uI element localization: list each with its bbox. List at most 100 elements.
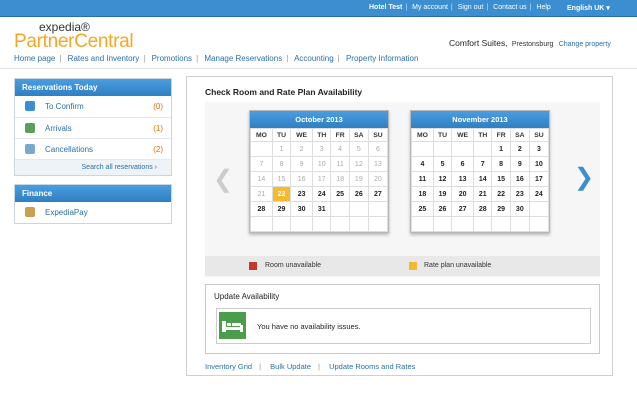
weekday-label: SU <box>528 128 550 142</box>
update-availability-box: Update Availability You have no availabi… <box>205 284 600 354</box>
calendar-day[interactable]: 30 <box>290 201 314 217</box>
next-month-arrow-icon[interactable]: ❯ <box>574 166 594 190</box>
calendar-day[interactable]: 4 <box>411 156 434 172</box>
calendar-day[interactable]: 16 <box>509 171 530 187</box>
nav-rates-inventory[interactable]: Rates and Inventory <box>68 54 140 63</box>
calendar-day[interactable]: 17 <box>528 171 550 187</box>
calendar-day[interactable]: 10 <box>528 156 550 172</box>
calendar-day[interactable]: 27 <box>451 201 475 217</box>
language-selector[interactable]: English UK ▾ <box>567 4 610 12</box>
calendar-day[interactable]: 29 <box>491 201 511 217</box>
calendar-week: 7 8 9 10 11 12 13 <box>250 156 389 172</box>
calendar-day[interactable]: 26 <box>432 201 453 217</box>
nav-manage-reservations[interactable]: Manage Reservations <box>204 54 282 63</box>
calendar-day[interactable]: 26 <box>348 186 369 202</box>
calendar-day <box>528 201 550 217</box>
my-account-link[interactable]: My account <box>412 4 448 11</box>
calendar-day[interactable]: 23 <box>290 186 314 202</box>
calendar-day[interactable]: 24 <box>312 186 332 202</box>
search-all-reservations-link[interactable]: Search all reservations › <box>15 159 171 175</box>
calendar-day: 10 <box>312 156 332 172</box>
calendar-day[interactable]: 8 <box>491 156 511 172</box>
weekday-label: TU <box>432 128 453 142</box>
calendar-area: ❮ ❯ October 2013 MO TU WE TH FR SA SU 12345678… <box>205 102 600 277</box>
calendar-day[interactable]: 14 <box>473 171 493 187</box>
change-property-link[interactable]: Change property <box>559 41 611 48</box>
calendar-day[interactable]: 27 <box>367 186 389 202</box>
calendar-day[interactable]: 2 <box>509 141 530 157</box>
calendar-day[interactable]: 30 <box>509 201 530 217</box>
logo[interactable]: expedia® PartnerCentral <box>14 21 134 51</box>
legend-label: Rate plan unavailable <box>424 262 492 269</box>
weekday-header: MO TU WE TH FR SA SU <box>411 128 550 142</box>
prev-month-arrow-icon[interactable]: ❮ <box>213 168 233 192</box>
calendar-day[interactable]: 19 <box>432 186 453 202</box>
calendar-day[interactable]: 9 <box>509 156 530 172</box>
rate-plan-unavailable-swatch <box>409 262 417 270</box>
availability-links: Inventory Grid | Bulk Update | Update Room… <box>205 362 416 371</box>
calendar-day-today[interactable]: 22 <box>271 186 292 202</box>
calendar-day <box>367 216 389 232</box>
nav-property-information[interactable]: Property Information <box>346 54 418 63</box>
update-rooms-rates-link[interactable]: Update Rooms and Rates <box>329 362 415 371</box>
weekday-label: TU <box>271 128 292 142</box>
calendar-day[interactable]: 5 <box>432 156 453 172</box>
calendar-day: 12 <box>348 156 369 172</box>
calendar-day <box>432 216 453 232</box>
calendar-day: 4 <box>330 141 350 157</box>
nav-home-page[interactable]: Home page <box>14 54 55 63</box>
inventory-grid-link[interactable]: Inventory Grid <box>205 362 252 371</box>
calendar-day[interactable]: 7 <box>473 156 493 172</box>
hotel-test-link[interactable]: Hotel Test <box>369 4 402 11</box>
calendar-day[interactable]: 18 <box>411 186 434 202</box>
calendar-day[interactable]: 20 <box>451 186 475 202</box>
weekday-label: SU <box>367 128 389 142</box>
account-links: Hotel Test | My account | Sign out | Contac… <box>369 4 551 11</box>
help-link[interactable]: Help <box>536 4 550 11</box>
calendar-week: 4 5 6 7 8 9 10 <box>411 156 550 172</box>
weekday-label: SA <box>509 128 530 142</box>
calendar-day <box>330 216 350 232</box>
calendar-day[interactable]: 25 <box>411 201 434 217</box>
calendar-day[interactable]: 23 <box>509 186 530 202</box>
calendar-day: 6 <box>367 141 389 157</box>
legend-label: Room unavailable <box>265 262 322 269</box>
reservation-item-cancellations[interactable]: Cancellations (2) <box>15 138 171 159</box>
calendar-day[interactable]: 15 <box>491 171 511 187</box>
calendar-day <box>411 141 434 157</box>
nav-accounting[interactable]: Accounting <box>294 54 334 63</box>
calendar-day[interactable]: 28 <box>250 201 273 217</box>
calendar-day[interactable]: 31 <box>312 201 332 217</box>
bulk-update-link[interactable]: Bulk Update <box>270 362 311 371</box>
finance-label: ExpediaPay <box>45 208 88 217</box>
language-label: English UK <box>567 5 605 12</box>
calendar-day[interactable]: 6 <box>451 156 475 172</box>
calendar-november: November 2013 MO TU WE TH FR SA SU 1 2 3 4 5 6 7 8 9 10… <box>410 110 550 233</box>
calendar-days: 1 2 3 4 5 6 7 8 9 10 11 12 13 14 15 16 17 18 19 20 21 22 23 24 2… <box>411 141 550 232</box>
calendar-day[interactable]: 21 <box>473 186 493 202</box>
reservation-item-arrivals[interactable]: Arrivals (1) <box>15 117 171 138</box>
calendar-day[interactable]: 1 <box>491 141 511 157</box>
calendar-day[interactable]: 13 <box>451 171 475 187</box>
calendar-day[interactable]: 25 <box>330 186 350 202</box>
sign-out-link[interactable]: Sign out <box>458 4 484 11</box>
calendar-day <box>528 216 550 232</box>
contact-us-link[interactable]: Contact us <box>493 4 526 11</box>
calendar-day <box>509 216 530 232</box>
finance-item-expediapay[interactable]: ExpediaPay <box>15 202 171 223</box>
calendar-day: 9 <box>290 156 314 172</box>
update-availability-title: Update Availability <box>214 292 280 301</box>
calendar-day[interactable]: 24 <box>528 186 550 202</box>
reservation-item-to-confirm[interactable]: To Confirm (0) <box>15 96 171 117</box>
calendar-day[interactable]: 29 <box>271 201 292 217</box>
bed-icon <box>219 312 246 339</box>
calendar-day[interactable]: 12 <box>432 171 453 187</box>
calendar-day[interactable]: 3 <box>528 141 550 157</box>
calendar-week <box>250 216 389 232</box>
calendar-day[interactable]: 11 <box>411 171 434 187</box>
nav-promotions[interactable]: Promotions <box>152 54 192 63</box>
calendar-day[interactable]: 28 <box>473 201 493 217</box>
calendar-day[interactable]: 22 <box>491 186 511 202</box>
finance-panel: Finance ExpediaPay <box>14 184 172 224</box>
calendar-week: 25 26 27 28 29 30 <box>411 201 550 217</box>
